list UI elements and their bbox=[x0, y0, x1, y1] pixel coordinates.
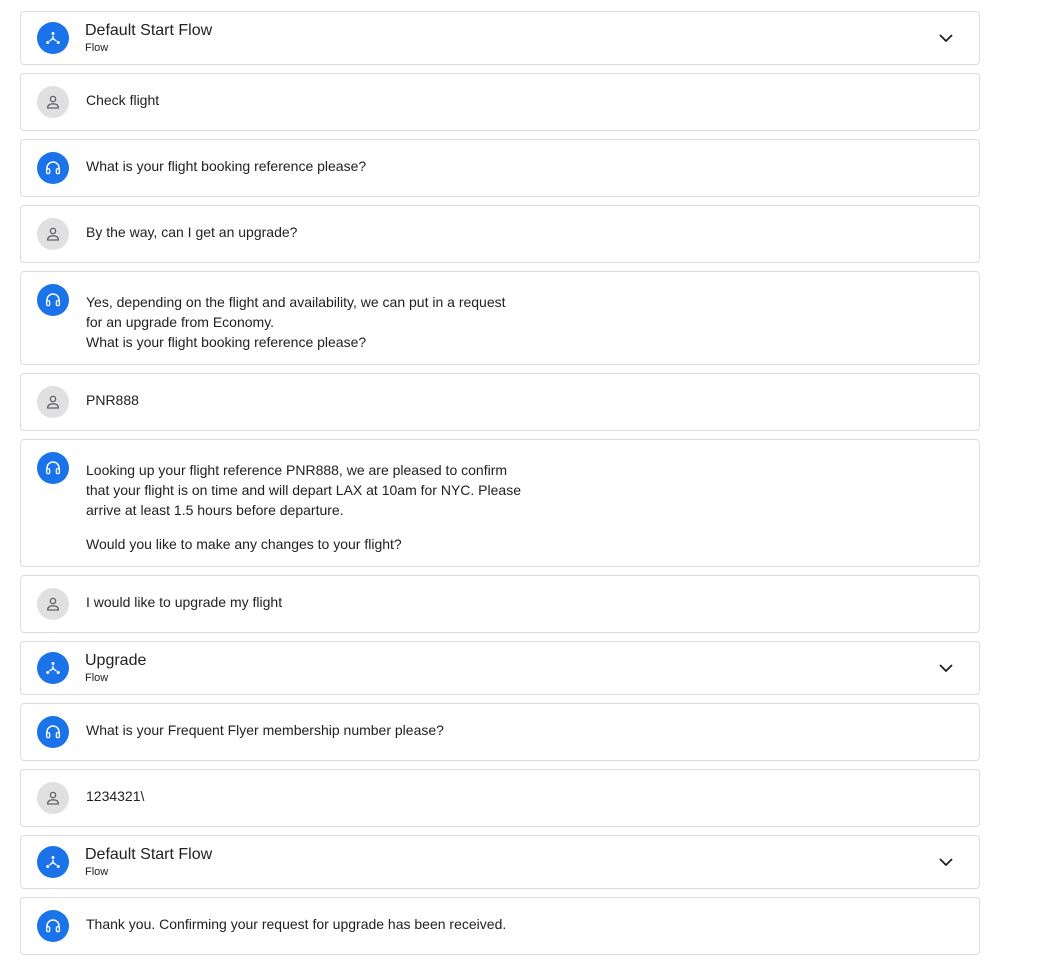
person-icon bbox=[37, 386, 69, 418]
message-text: By the way, can I get an upgrade? bbox=[86, 224, 298, 240]
headset-icon bbox=[37, 716, 69, 748]
message-text: Looking up your flight reference PNR888,… bbox=[86, 462, 521, 518]
chevron-down-icon[interactable] bbox=[937, 659, 955, 677]
user-turn: Check flight bbox=[20, 73, 980, 131]
message-text: Yes, depending on the flight and availab… bbox=[86, 294, 506, 350]
message-text: PNR888 bbox=[86, 392, 139, 408]
user-message: PNR888 bbox=[86, 386, 139, 410]
conversation-transcript: Default Start Flow Flow Check flight Wha… bbox=[20, 11, 980, 963]
chevron-down-icon[interactable] bbox=[937, 29, 955, 47]
user-message: 1234321\ bbox=[86, 782, 144, 806]
flow-title: Default Start Flow bbox=[85, 846, 213, 863]
flow-branch-icon bbox=[37, 22, 69, 54]
agent-turn: What is your flight booking reference pl… bbox=[20, 139, 980, 197]
user-message: By the way, can I get an upgrade? bbox=[86, 218, 297, 242]
person-icon bbox=[37, 218, 69, 250]
user-turn: 1234321\ bbox=[20, 769, 980, 827]
person-icon bbox=[37, 86, 69, 118]
headset-icon bbox=[37, 452, 69, 484]
agent-turn: What is your Frequent Flyer membership n… bbox=[20, 703, 980, 761]
message-text: Thank you. Confirming your request for u… bbox=[86, 916, 507, 932]
person-icon bbox=[37, 588, 69, 620]
agent-turn: Yes, depending on the flight and availab… bbox=[20, 271, 980, 365]
headset-icon bbox=[37, 910, 69, 942]
user-turn: I would like to upgrade my flight bbox=[20, 575, 980, 633]
user-turn: By the way, can I get an upgrade? bbox=[20, 205, 980, 263]
flow-title: Upgrade bbox=[85, 652, 147, 669]
agent-message: Looking up your flight reference PNR888,… bbox=[86, 452, 521, 554]
message-text: 1234321\ bbox=[86, 788, 145, 804]
flow-card[interactable]: Default Start Flow Flow bbox=[20, 11, 980, 65]
flow-subtitle: Flow bbox=[85, 42, 109, 54]
chevron-down-icon[interactable] bbox=[937, 853, 955, 871]
agent-message: What is your Frequent Flyer membership n… bbox=[86, 716, 444, 740]
headset-icon bbox=[37, 284, 69, 316]
person-icon bbox=[37, 782, 69, 814]
flow-card[interactable]: Default Start Flow Flow bbox=[20, 835, 980, 889]
message-text: Would you like to make any changes to yo… bbox=[86, 536, 402, 552]
flow-branch-icon bbox=[37, 652, 69, 684]
user-message: I would like to upgrade my flight bbox=[86, 588, 282, 612]
message-text: What is your flight booking reference pl… bbox=[86, 158, 367, 174]
flow-title: Default Start Flow bbox=[85, 22, 213, 39]
agent-turn: Thank you. Confirming your request for u… bbox=[20, 897, 980, 955]
user-message: Check flight bbox=[86, 86, 159, 110]
user-turn: PNR888 bbox=[20, 373, 980, 431]
message-text: Check flight bbox=[86, 92, 160, 108]
flow-branch-icon bbox=[37, 846, 69, 878]
message-text: What is your Frequent Flyer membership n… bbox=[86, 722, 444, 738]
headset-icon bbox=[37, 152, 69, 184]
flow-card[interactable]: Upgrade Flow bbox=[20, 641, 980, 695]
agent-turn: Looking up your flight reference PNR888,… bbox=[20, 439, 980, 567]
agent-message: Yes, depending on the flight and availab… bbox=[86, 284, 506, 352]
message-text: I would like to upgrade my flight bbox=[86, 594, 283, 610]
flow-subtitle: Flow bbox=[85, 672, 109, 684]
agent-message: What is your flight booking reference pl… bbox=[86, 152, 366, 176]
flow-subtitle: Flow bbox=[85, 866, 109, 878]
agent-message: Thank you. Confirming your request for u… bbox=[86, 910, 506, 934]
